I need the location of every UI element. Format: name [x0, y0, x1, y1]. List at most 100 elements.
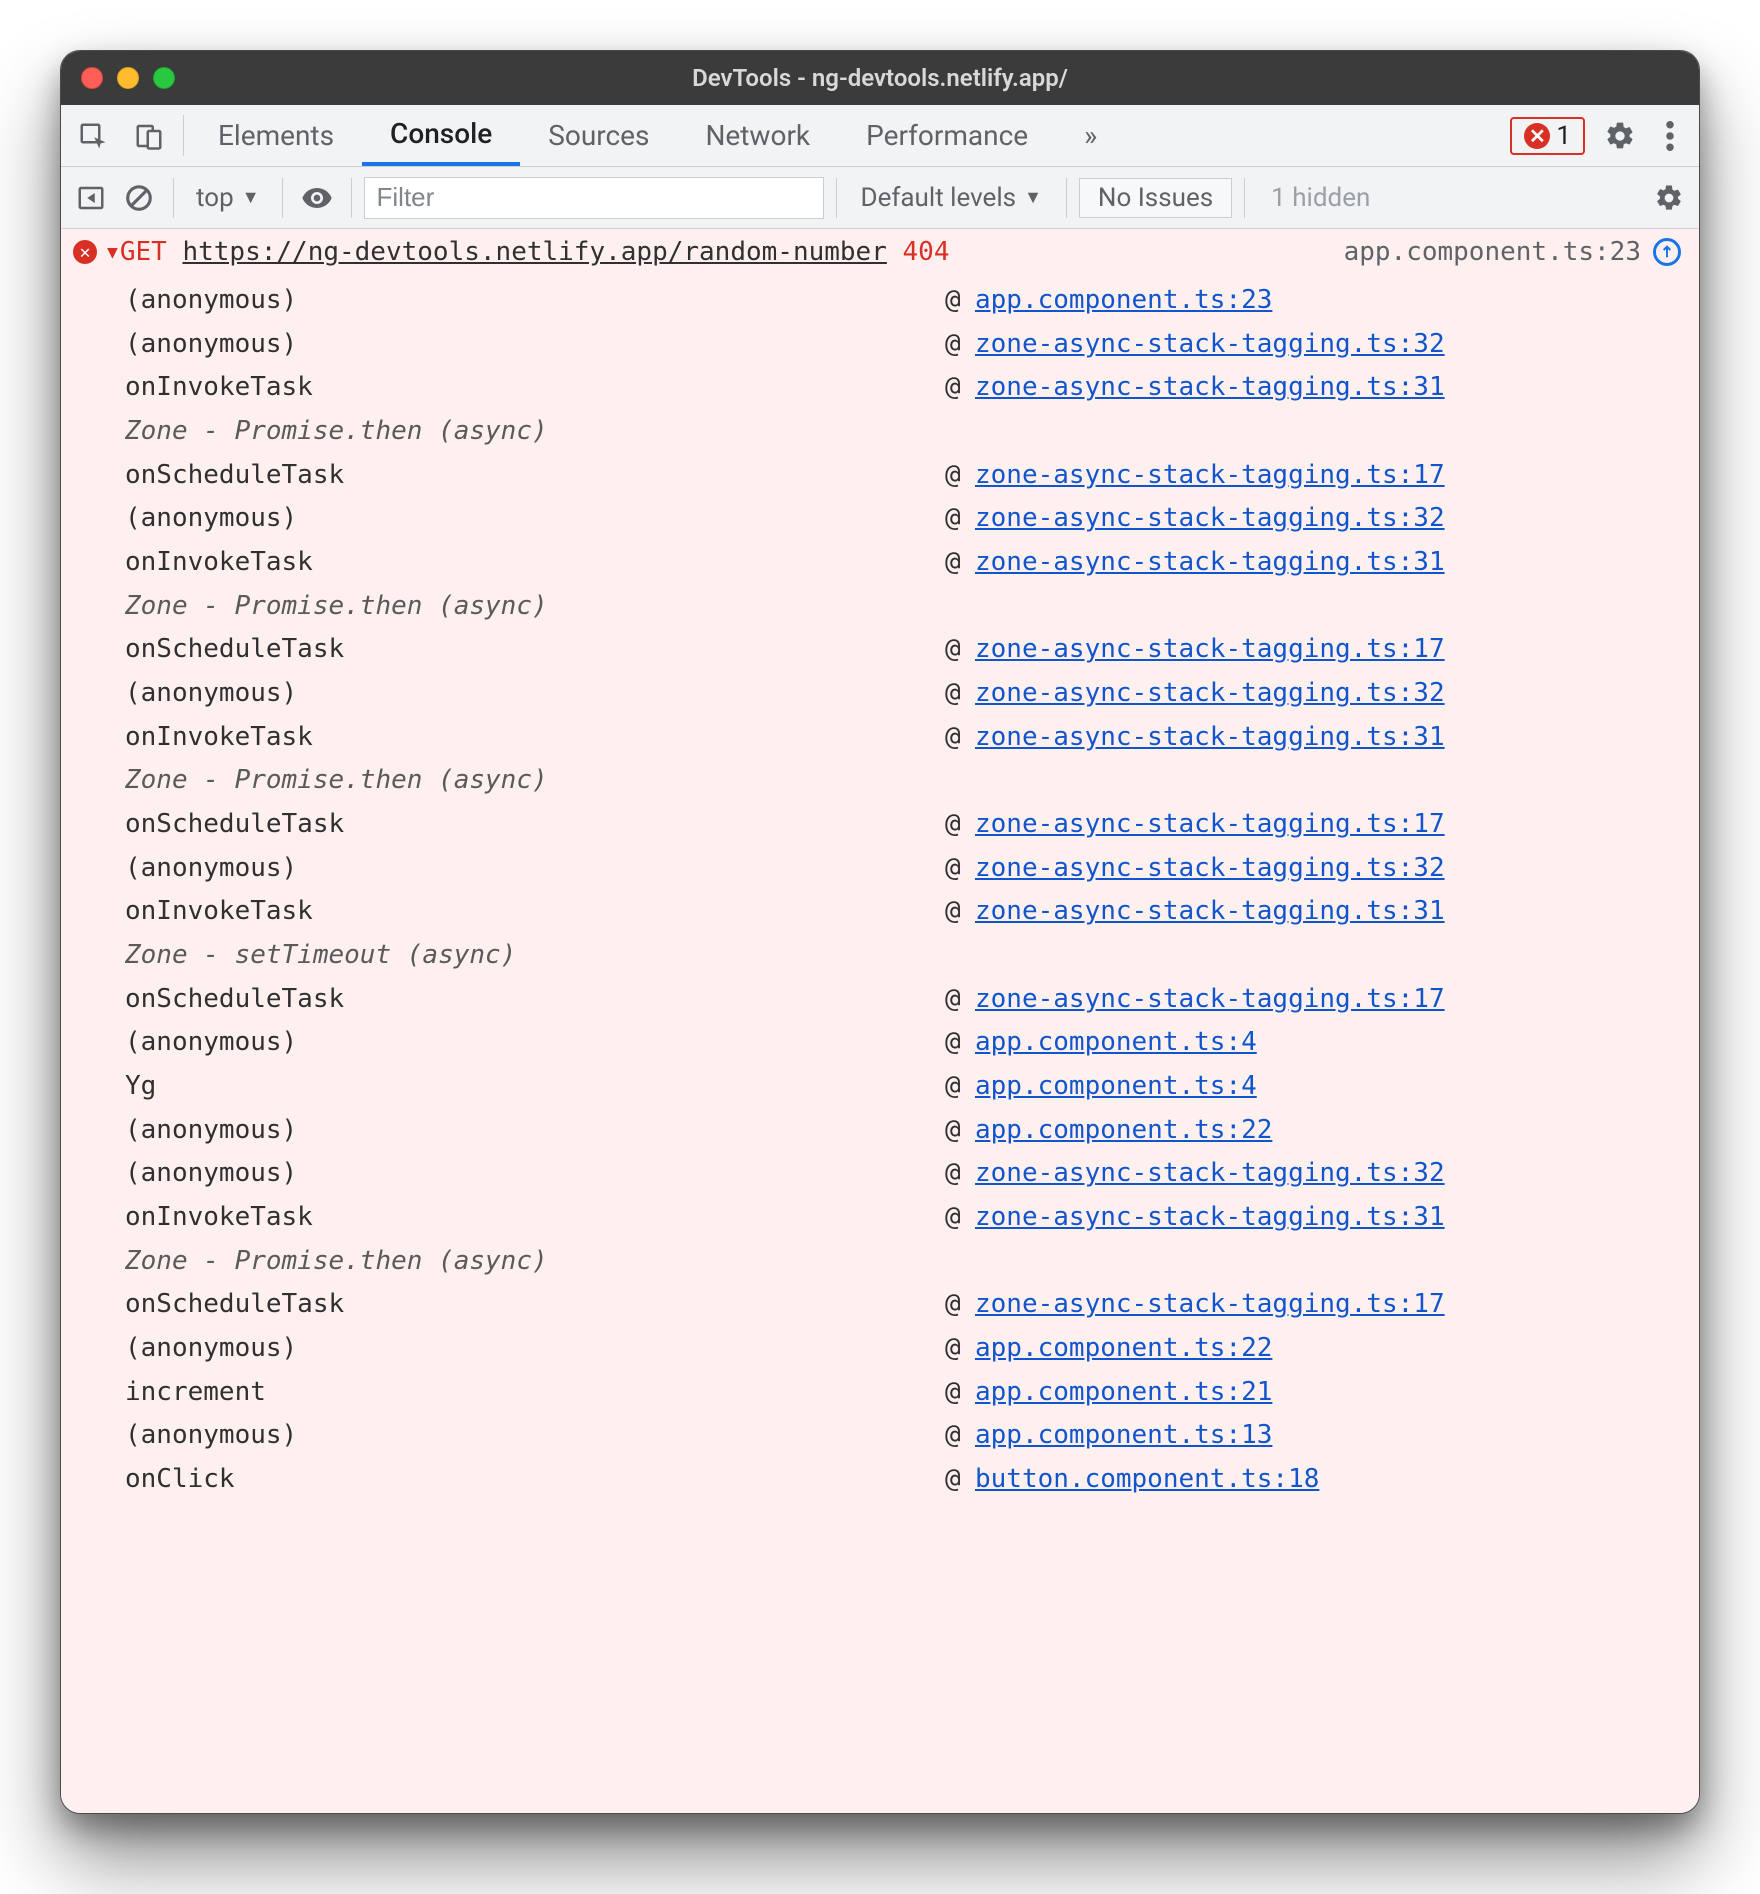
console-error-row[interactable]: ✕ ▼ GET https://ng-devtools.netlify.app/… — [61, 229, 1699, 277]
more-options-button[interactable] — [1645, 105, 1695, 166]
stack-frame: onInvokeTask@zone-async-stack-tagging.ts… — [125, 541, 1681, 585]
at-symbol: @ — [945, 1327, 975, 1371]
stack-frame: (anonymous)@app.component.ts:4 — [125, 1021, 1681, 1065]
at-symbol: @ — [945, 1196, 975, 1240]
frame-function: onScheduleTask — [125, 978, 945, 1022]
at-symbol: @ — [945, 1109, 975, 1153]
context-value: top — [196, 183, 234, 213]
zoom-window-button[interactable] — [153, 67, 175, 89]
stack-frame: (anonymous)@zone-async-stack-tagging.ts:… — [125, 1152, 1681, 1196]
source-link[interactable]: zone-async-stack-tagging.ts:17 — [975, 809, 1445, 839]
live-expression-icon[interactable] — [295, 176, 339, 220]
window-title: DevTools - ng-devtools.netlify.app/ — [61, 64, 1699, 92]
at-symbol: @ — [945, 978, 975, 1022]
at-symbol: @ — [945, 1065, 975, 1109]
frame-function: onScheduleTask — [125, 803, 945, 847]
source-link[interactable]: button.component.ts:18 — [975, 1464, 1319, 1494]
source-link[interactable]: app.component.ts:4 — [975, 1027, 1257, 1057]
error-icon: ✕ — [73, 240, 97, 264]
show-console-sidebar-icon[interactable] — [69, 176, 113, 220]
issues-button[interactable]: No Issues — [1079, 178, 1232, 218]
minimize-window-button[interactable] — [117, 67, 139, 89]
frame-function: (anonymous) — [125, 847, 945, 891]
source-link[interactable]: zone-async-stack-tagging.ts:31 — [975, 1202, 1445, 1232]
source-link[interactable]: app.component.ts:4 — [975, 1071, 1257, 1101]
stack-frame: onClick@button.component.ts:18 — [125, 1458, 1681, 1502]
at-symbol: @ — [945, 847, 975, 891]
at-symbol: @ — [945, 497, 975, 541]
stack-frame: (anonymous)@app.component.ts:22 — [125, 1327, 1681, 1371]
source-link[interactable]: zone-async-stack-tagging.ts:17 — [975, 1289, 1445, 1319]
source-link[interactable]: zone-async-stack-tagging.ts:31 — [975, 722, 1445, 752]
frame-function: (anonymous) — [125, 672, 945, 716]
chevron-down-icon: ▼ — [1024, 187, 1042, 208]
source-link[interactable]: app.component.ts:21 — [975, 1377, 1272, 1407]
source-link[interactable]: app.component.ts:22 — [975, 1115, 1272, 1145]
source-link[interactable]: zone-async-stack-tagging.ts:32 — [975, 329, 1445, 359]
at-symbol: @ — [945, 1458, 975, 1502]
stack-frame: onInvokeTask@zone-async-stack-tagging.ts… — [125, 716, 1681, 760]
error-count-pill[interactable]: ✕ 1 — [1510, 117, 1585, 155]
chevron-down-icon: ▼ — [242, 187, 260, 208]
stack-frame: increment@app.component.ts:21 — [125, 1371, 1681, 1415]
tab-performance[interactable]: Performance — [838, 105, 1056, 166]
more-tabs-button[interactable]: » — [1056, 105, 1125, 166]
source-link[interactable]: app.component.ts:23 — [975, 285, 1272, 315]
inspect-element-icon[interactable] — [65, 105, 121, 166]
at-symbol: @ — [945, 366, 975, 410]
at-symbol: @ — [945, 454, 975, 498]
stack-frame: onInvokeTask@zone-async-stack-tagging.ts… — [125, 1196, 1681, 1240]
console-toolbar: top ▼ Default levels ▼ No Issues 1 hidde… — [61, 167, 1699, 229]
settings-button[interactable] — [1595, 105, 1645, 166]
at-symbol: @ — [945, 1283, 975, 1327]
source-link[interactable]: zone-async-stack-tagging.ts:17 — [975, 460, 1445, 490]
tab-elements[interactable]: Elements — [190, 105, 362, 166]
stack-frame: onScheduleTask@zone-async-stack-tagging.… — [125, 454, 1681, 498]
source-link[interactable]: app.component.ts:22 — [975, 1333, 1272, 1363]
at-symbol: @ — [945, 279, 975, 323]
source-link[interactable]: zone-async-stack-tagging.ts:32 — [975, 503, 1445, 533]
source-link[interactable]: zone-async-stack-tagging.ts:31 — [975, 547, 1445, 577]
source-link[interactable]: zone-async-stack-tagging.ts:17 — [975, 634, 1445, 664]
disclosure-triangle-icon[interactable]: ▼ — [107, 242, 118, 263]
console-settings-icon[interactable] — [1647, 176, 1691, 220]
stack-frame: (anonymous)@zone-async-stack-tagging.ts:… — [125, 497, 1681, 541]
source-link[interactable]: zone-async-stack-tagging.ts:32 — [975, 678, 1445, 708]
frame-function: onInvokeTask — [125, 716, 945, 760]
clear-console-icon[interactable] — [117, 176, 161, 220]
frame-function: onInvokeTask — [125, 541, 945, 585]
request-url-link[interactable]: https://ng-devtools.netlify.app/random-n… — [182, 237, 886, 267]
source-link[interactable]: app.component.ts:23 — [1344, 237, 1641, 267]
restart-frame-icon[interactable] — [1653, 238, 1681, 266]
source-link[interactable]: app.component.ts:13 — [975, 1420, 1272, 1450]
frame-function: (anonymous) — [125, 497, 945, 541]
error-count: 1 — [1556, 121, 1571, 151]
request-method: GET — [120, 237, 167, 267]
titlebar: DevTools - ng-devtools.netlify.app/ — [61, 51, 1699, 105]
source-link[interactable]: zone-async-stack-tagging.ts:32 — [975, 1158, 1445, 1188]
at-symbol: @ — [945, 1021, 975, 1065]
at-symbol: @ — [945, 541, 975, 585]
stack-frame: onScheduleTask@zone-async-stack-tagging.… — [125, 803, 1681, 847]
at-symbol: @ — [945, 628, 975, 672]
log-levels-label: Default levels — [861, 183, 1017, 213]
devtools-window: DevTools - ng-devtools.netlify.app/ Elem… — [60, 50, 1700, 1814]
source-link[interactable]: zone-async-stack-tagging.ts:17 — [975, 984, 1445, 1014]
filter-input[interactable] — [364, 177, 824, 219]
source-link[interactable]: zone-async-stack-tagging.ts:31 — [975, 372, 1445, 402]
log-levels-selector[interactable]: Default levels ▼ — [849, 183, 1054, 213]
at-symbol: @ — [945, 803, 975, 847]
async-boundary: Zone - setTimeout (async) — [125, 934, 1681, 978]
stack-frame: (anonymous)@app.component.ts:22 — [125, 1109, 1681, 1153]
source-link[interactable]: zone-async-stack-tagging.ts:31 — [975, 896, 1445, 926]
close-window-button[interactable] — [81, 67, 103, 89]
tab-sources[interactable]: Sources — [520, 105, 677, 166]
context-selector[interactable]: top ▼ — [186, 183, 270, 213]
at-symbol: @ — [945, 323, 975, 367]
source-link[interactable]: zone-async-stack-tagging.ts:32 — [975, 853, 1445, 883]
frame-function: (anonymous) — [125, 1109, 945, 1153]
at-symbol: @ — [945, 890, 975, 934]
device-toolbar-icon[interactable] — [121, 105, 177, 166]
tab-console[interactable]: Console — [362, 105, 520, 166]
tab-network[interactable]: Network — [677, 105, 838, 166]
